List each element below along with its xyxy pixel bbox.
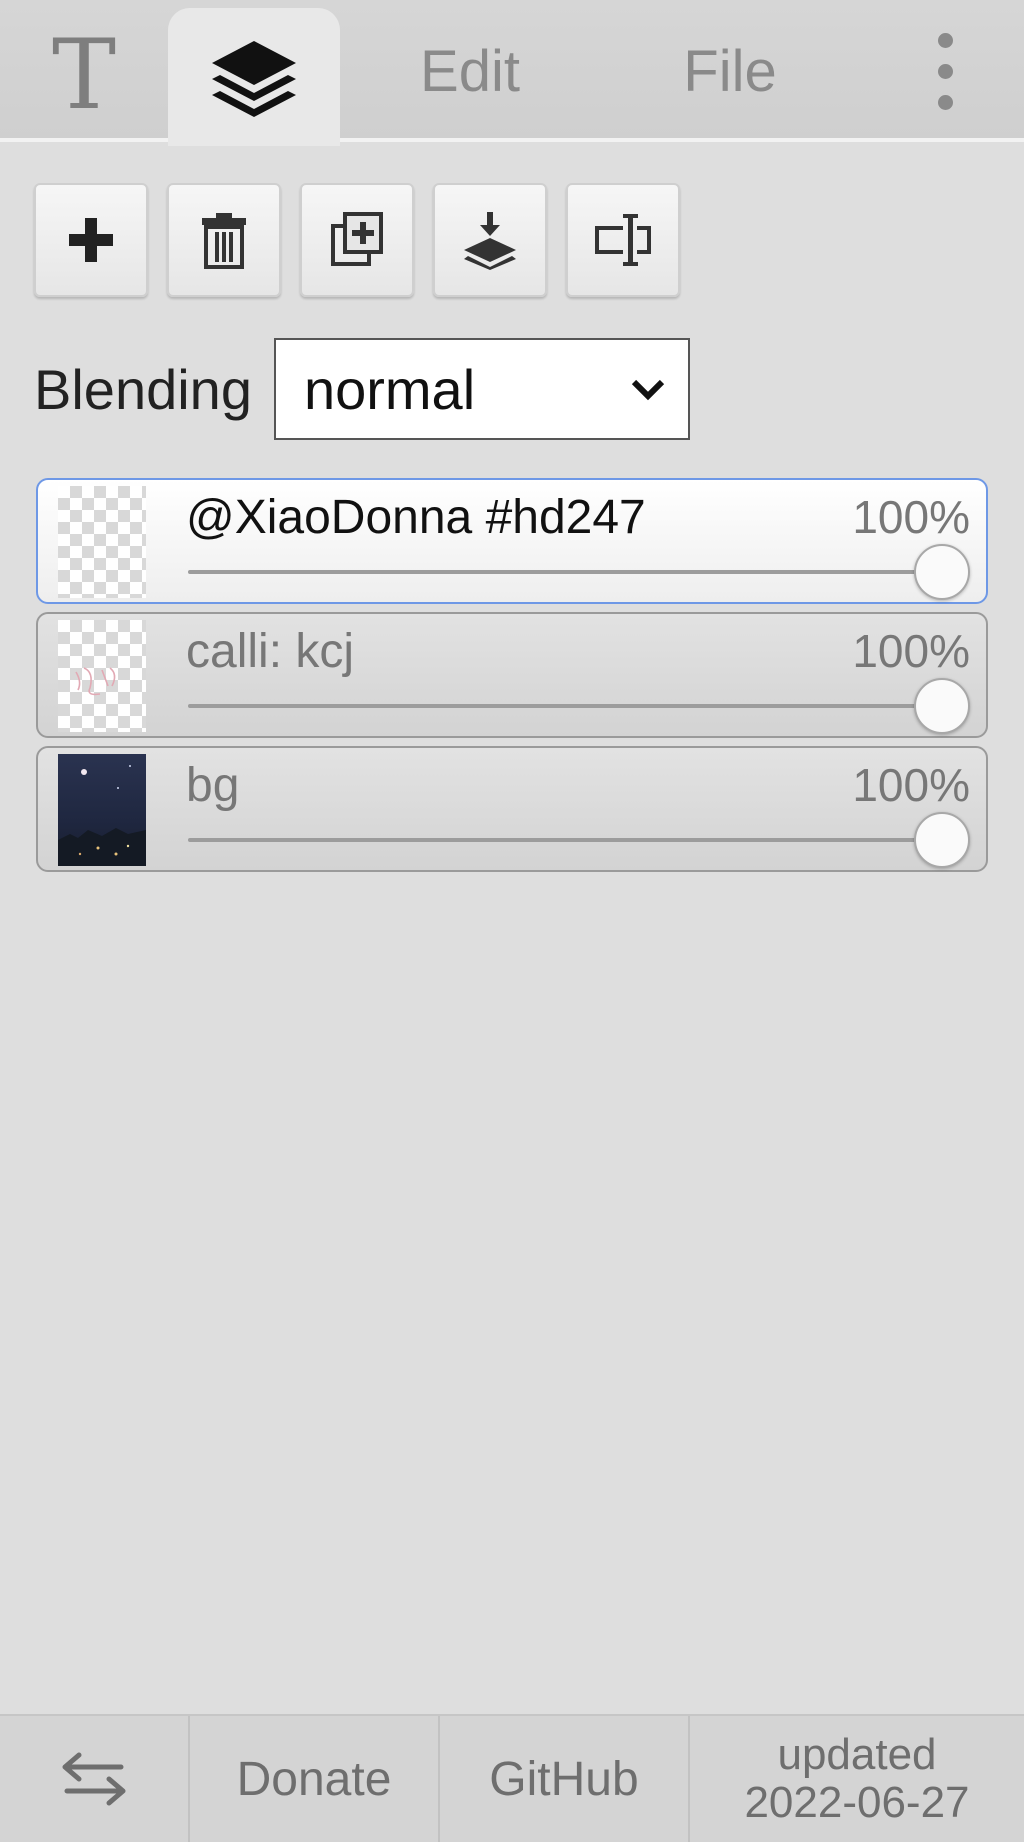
trash-icon [202,213,246,269]
rename-layer-button[interactable] [566,183,680,297]
layer-item[interactable]: bg 100% [36,746,988,872]
opacity-slider-track[interactable] [188,570,946,574]
opacity-slider-track[interactable] [188,704,946,708]
tab-file[interactable]: File [640,0,820,142]
updated-label: updated [777,1730,937,1779]
layer-item[interactable]: calli: kcj 100% [36,612,988,738]
delete-layer-button[interactable] [167,183,281,297]
layer-opacity-value: 100% [852,491,970,543]
tab-bar: T Edit File [0,0,1024,146]
swap-arrows-icon [62,1752,126,1806]
add-layer-button[interactable] [34,183,148,297]
blending-row: Blending normal [34,338,690,440]
layer-name: calli: kcj [186,625,355,678]
donate-link[interactable]: Donate [190,1716,440,1842]
layer-item[interactable]: @XiaoDonna #hd247 100% [36,478,988,604]
merge-down-icon [464,212,516,270]
layer-thumbnail [58,754,146,866]
opacity-slider-handle[interactable] [914,678,970,734]
opacity-slider-handle[interactable] [914,544,970,600]
tab-edit[interactable]: Edit [380,0,560,142]
layer-list: @XiaoDonna #hd247 100% calli: kcj 100% b… [36,478,988,880]
more-vertical-icon [937,32,953,110]
layer-name: @XiaoDonna #hd247 [186,491,646,544]
chevron-down-icon [631,379,665,401]
blending-select[interactable]: normal [273,338,690,440]
github-link[interactable]: GitHub [440,1716,690,1842]
plus-icon [69,218,113,262]
opacity-slider-track[interactable] [188,838,946,842]
tab-layers[interactable] [168,8,340,146]
layer-thumbnail [58,486,146,598]
updated-date-value: 2022-06-27 [744,1778,970,1827]
rename-icon [595,214,651,266]
tab-text[interactable]: T [0,0,168,142]
layer-name: bg [186,759,240,812]
text-tool-icon: T [51,19,117,131]
layer-opacity-value: 100% [852,759,970,811]
opacity-slider-handle[interactable] [914,812,970,868]
merge-down-button[interactable] [433,183,547,297]
layer-opacity-value: 100% [852,625,970,677]
calligraphy-mark-icon [75,667,116,696]
blending-label: Blending [34,357,252,421]
swap-panel-button[interactable] [0,1716,190,1842]
duplicate-layer-button[interactable] [300,183,414,297]
layer-toolbar [34,183,680,297]
blending-value: normal [303,357,476,421]
updated-date: updated 2022-06-27 [690,1716,1024,1842]
night-photo-thumbnail [58,765,146,866]
layer-thumbnail [58,620,146,732]
layers-icon [212,41,296,117]
duplicate-icon [331,212,383,266]
footer-bar: Donate GitHub updated 2022-06-27 [0,1714,1024,1842]
more-menu-button[interactable] [900,0,990,142]
